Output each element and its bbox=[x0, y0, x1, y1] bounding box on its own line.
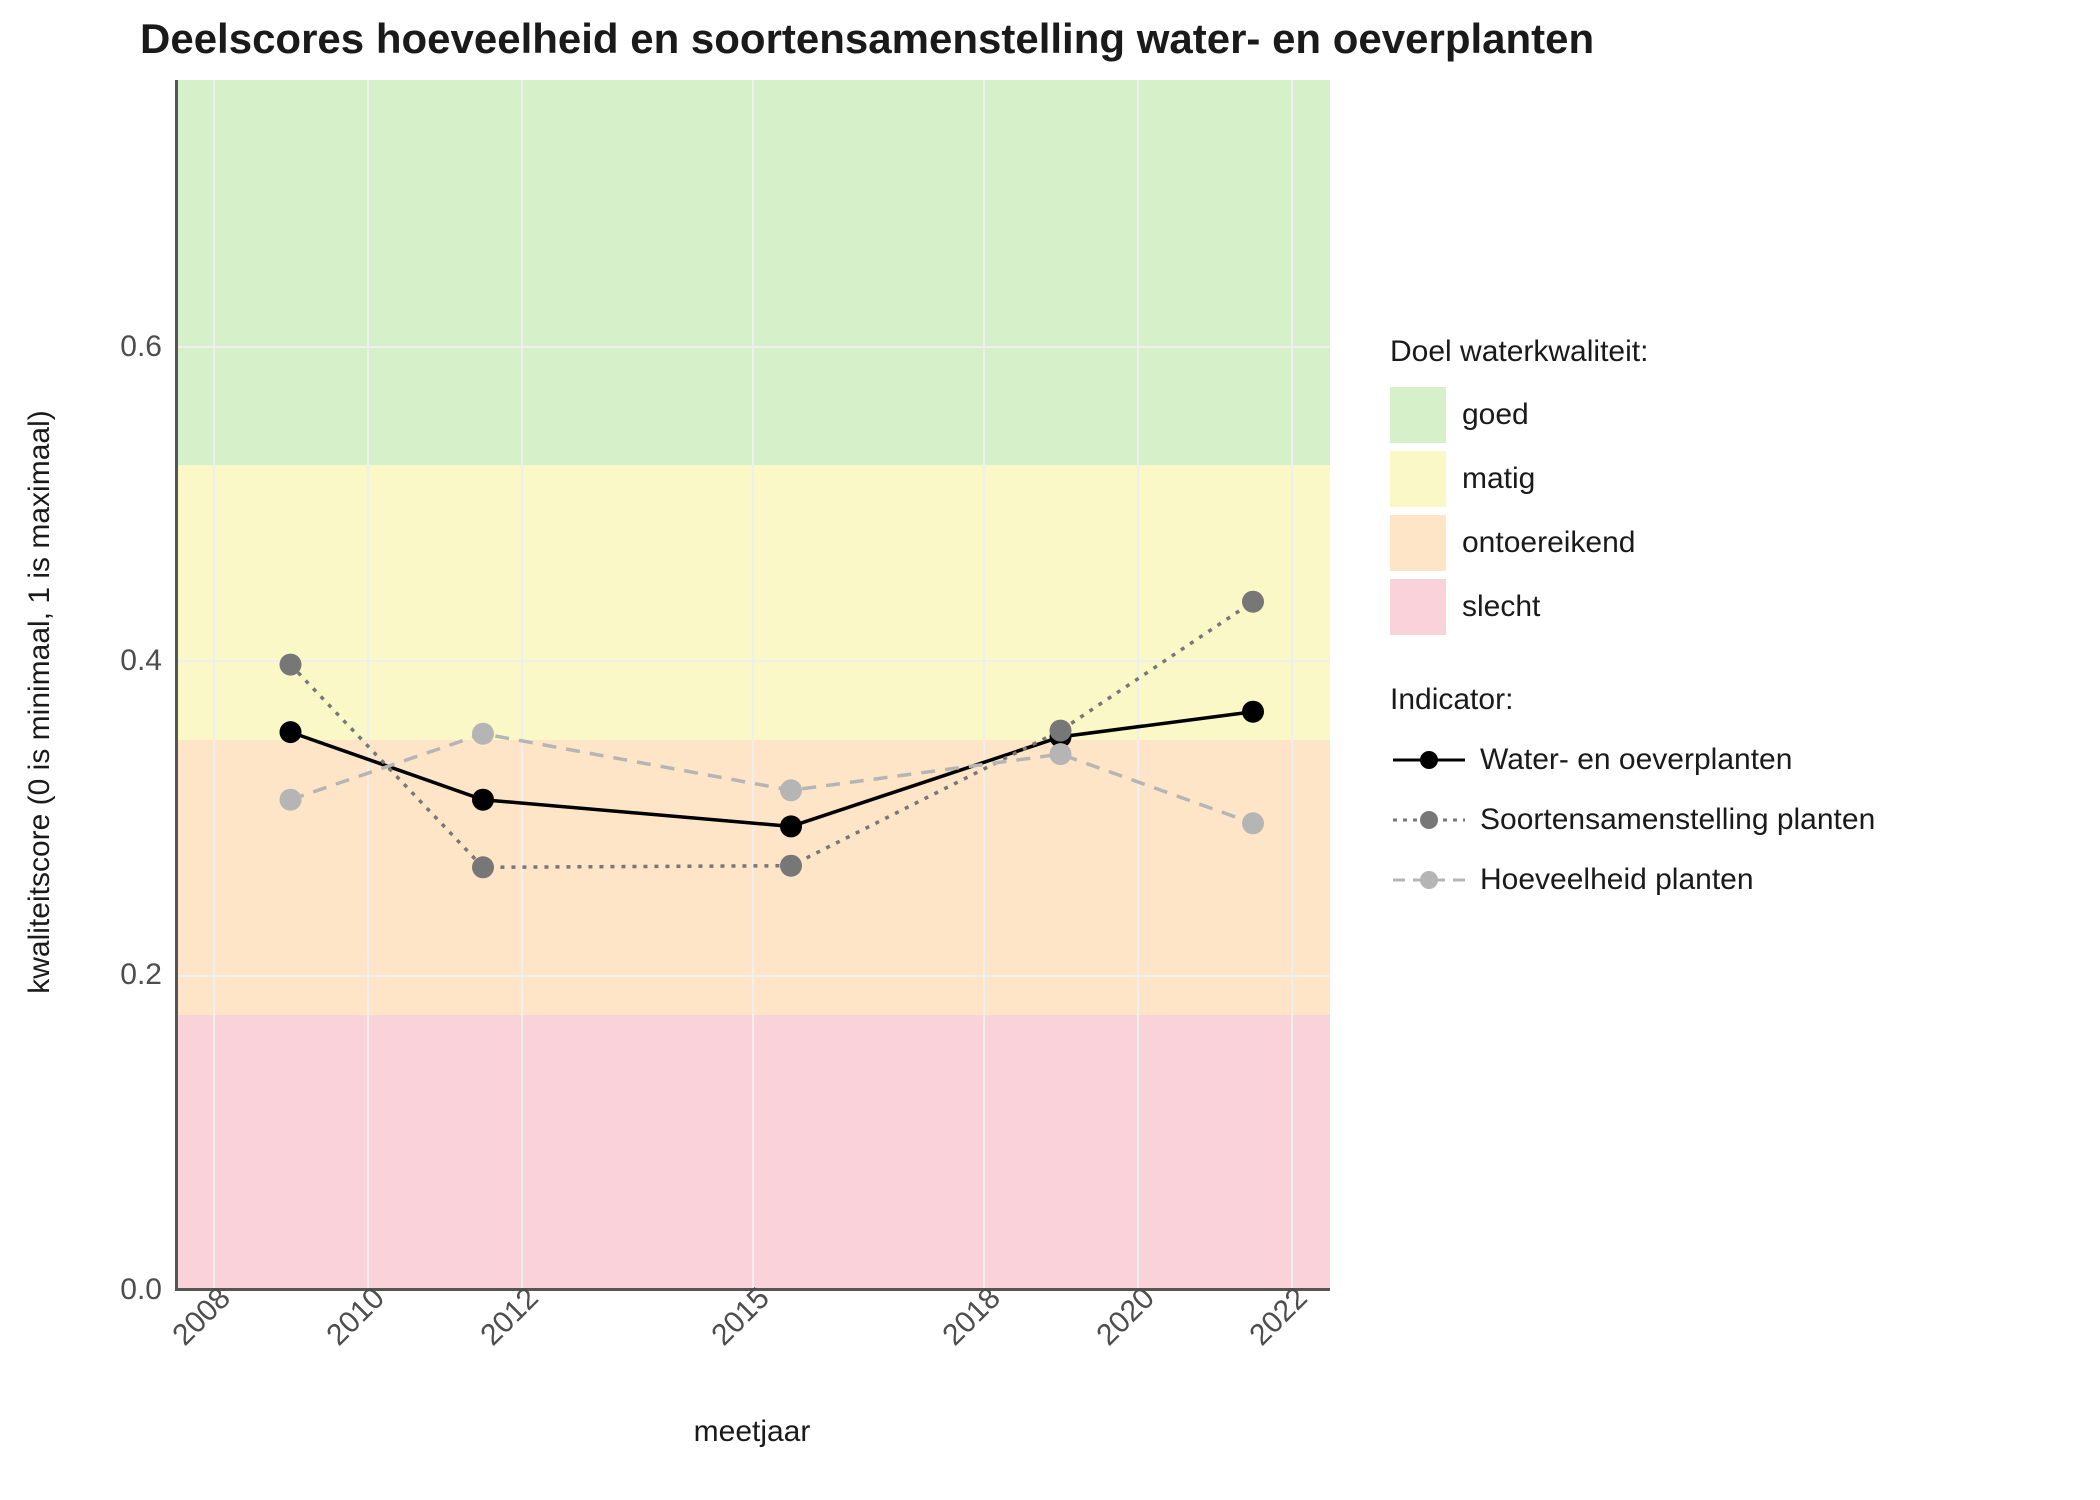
x-tick-2022: 2022 bbox=[1243, 1281, 1314, 1352]
plot-area bbox=[175, 80, 1330, 1290]
x-tick-2018: 2018 bbox=[936, 1281, 1007, 1352]
legend-quality-section: Doel waterkwaliteit: goed matig ontoerei… bbox=[1390, 335, 1875, 635]
data-point bbox=[280, 789, 302, 811]
x-tick-2015: 2015 bbox=[705, 1281, 776, 1352]
legend-item-slecht: slecht bbox=[1390, 579, 1875, 635]
x-tick-2008: 2008 bbox=[166, 1281, 237, 1352]
data-point bbox=[1242, 701, 1264, 723]
data-point bbox=[1050, 720, 1072, 742]
x-axis-label: meetjaar bbox=[694, 1415, 811, 1449]
swatch-ontoereikend bbox=[1390, 515, 1446, 571]
series-line bbox=[291, 734, 1254, 824]
chart-title: Deelscores hoeveelheid en soortensamenst… bbox=[140, 15, 1594, 63]
y-tick-0.2: 0.2 bbox=[62, 958, 162, 992]
data-point bbox=[1242, 591, 1264, 613]
legend-line-dashed-icon bbox=[1390, 860, 1468, 900]
series-line bbox=[291, 712, 1254, 827]
data-point bbox=[780, 815, 802, 837]
data-point bbox=[280, 654, 302, 676]
legend-indicator-section: Indicator: Water- en oeverplanten Soorte… bbox=[1390, 683, 1875, 905]
data-point bbox=[780, 779, 802, 801]
legend-item-matig: matig bbox=[1390, 451, 1875, 507]
y-axis-line bbox=[175, 80, 178, 1290]
data-point bbox=[472, 856, 494, 878]
legend-label-matig: matig bbox=[1462, 462, 1535, 496]
data-point bbox=[780, 855, 802, 877]
swatch-slecht bbox=[1390, 579, 1446, 635]
data-point bbox=[280, 721, 302, 743]
x-tick-2020: 2020 bbox=[1090, 1281, 1161, 1352]
data-point bbox=[472, 723, 494, 745]
y-axis-label: kwaliteitscore (0 is minimaal, 1 is maxi… bbox=[23, 410, 57, 993]
legend-item-hoeveelheid: Hoeveelheid planten bbox=[1390, 855, 1875, 905]
legend-label-hoeveelheid: Hoeveelheid planten bbox=[1480, 863, 1754, 897]
legend-label-ontoereikend: ontoereikend bbox=[1462, 526, 1635, 560]
legend-item-goed: goed bbox=[1390, 387, 1875, 443]
plot-svg bbox=[175, 80, 1330, 1290]
y-tick-0.4: 0.4 bbox=[62, 644, 162, 678]
x-tick-2012: 2012 bbox=[474, 1281, 545, 1352]
swatch-matig bbox=[1390, 451, 1446, 507]
legend-label-goed: goed bbox=[1462, 398, 1529, 432]
x-tick-2010: 2010 bbox=[320, 1281, 391, 1352]
swatch-goed bbox=[1390, 387, 1446, 443]
y-tick-0.6: 0.6 bbox=[62, 330, 162, 364]
legend-item-ontoereikend: ontoereikend bbox=[1390, 515, 1875, 571]
data-point bbox=[1242, 812, 1264, 834]
y-tick-0: 0.0 bbox=[62, 1273, 162, 1307]
series-line bbox=[291, 602, 1254, 868]
legend-quality-title: Doel waterkwaliteit: bbox=[1390, 335, 1875, 369]
data-point bbox=[1050, 743, 1072, 765]
legend-label-water-oever: Water- en oeverplanten bbox=[1480, 743, 1792, 777]
chart-container: Deelscores hoeveelheid en soortensamenst… bbox=[0, 0, 2100, 1500]
legend-item-water-oever: Water- en oeverplanten bbox=[1390, 735, 1875, 785]
data-point bbox=[472, 789, 494, 811]
legend-indicator-title: Indicator: bbox=[1390, 683, 1875, 717]
legend-line-solid-icon bbox=[1390, 740, 1468, 780]
legend-label-soorten: Soortensamenstelling planten bbox=[1480, 803, 1875, 837]
legend-item-soorten: Soortensamenstelling planten bbox=[1390, 795, 1875, 845]
legend-line-dotted-icon bbox=[1390, 800, 1468, 840]
legend-label-slecht: slecht bbox=[1462, 590, 1540, 624]
legend: Doel waterkwaliteit: goed matig ontoerei… bbox=[1390, 335, 1875, 953]
